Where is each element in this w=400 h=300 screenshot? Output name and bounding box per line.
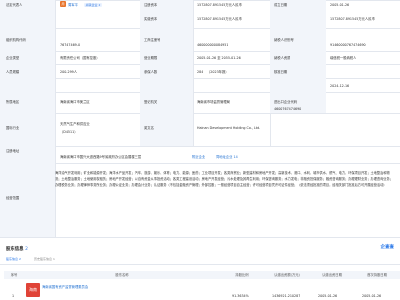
shareholder-date: 2005-01-26 [318, 294, 338, 298]
qcc-brand: 企查查 [380, 245, 395, 250]
legal-rep-avatar: 周 [60, 1, 66, 7]
industry-label: 国标行业 [6, 126, 20, 130]
insured-note: （2023年报） [207, 70, 229, 74]
company-info-grid: 法定代表人 周 周军平 关联企业 2 注册资本 1572807.891545万元… [0, 0, 400, 240]
nearby-companies-link[interactable]: 附近企业 [192, 155, 205, 159]
th-first-date: 首次持股日期 [354, 271, 400, 279]
en-name-value: Hainan Development Holding Co., Ltd. [197, 126, 261, 130]
biz-term-value: 2005-01-26 至 2055-01-26 [197, 56, 241, 60]
legal-rep-name[interactable]: 周军平 [68, 3, 78, 7]
en-name-label: 英文名 [144, 126, 154, 130]
section-count: 2 [25, 247, 28, 252]
est-date-value: 2005-01-26 [330, 3, 350, 7]
reg-no-label: 工商注册号 [144, 38, 161, 42]
reg-no-value: 460000000084951 [197, 43, 229, 47]
shareholder-amount: 1436921.210287 [272, 294, 301, 298]
scope-label: 经营范围 [6, 196, 20, 200]
industry-value: 天然气生产和供应业 [60, 122, 90, 126]
approval-value: 2024-12-16 [330, 84, 350, 88]
th-amount: 认缴出资额(万元) [264, 271, 310, 279]
filter-history-shareholders[interactable]: 历史股东信息 1 [34, 257, 55, 261]
address-label: 注册地址 [6, 149, 20, 153]
scope-value: 海洋油气开发利用；矿业和能源开发；海洋水产品开发；汽车、旅游、娱乐、体育；电力、… [55, 171, 393, 188]
shareholder-section-title: 股东信息 2 [6, 246, 28, 252]
paid-capital-value-right: 1572807.891545万元人民币 [330, 17, 375, 21]
row-index: 1 [12, 294, 15, 298]
legal-rep-label: 法定代表人 [6, 3, 23, 7]
industry-code: （D4511） [60, 130, 78, 134]
authority-value: 海南省市场监督管理局 [197, 100, 230, 104]
tax-id-label: 纳税人识别号 [274, 38, 294, 42]
filter-current-shareholders[interactable]: 股东信息 2 [6, 257, 21, 261]
region-label: 所属地区 [6, 100, 20, 104]
company-type-label: 企业类型 [6, 56, 20, 60]
shareholder-first-date: 2005-01-26 [362, 294, 382, 298]
ie-code-label: 进出口企业代码 [274, 100, 298, 104]
tax-id-value: 91460000767474690 [330, 43, 366, 47]
th-name: 股东名称 [24, 271, 220, 279]
insured-label: 参保人数 [144, 70, 158, 74]
taxpayer-value: 增值税一般纳税人 [330, 56, 357, 60]
biz-term-label: 营业期限 [144, 56, 158, 60]
reg-capital-value: 1572807.891545万元人民币 [197, 3, 242, 7]
reg-capital-label: 注册资本 [144, 3, 158, 7]
insured-value: 284 [197, 70, 204, 74]
region-value: 海南省海口市美兰区 [60, 100, 90, 104]
address-value: 海南省海口市国兴大道西路9号省政府办公区会展楼三层 [60, 155, 142, 159]
th-date: 认缴出资日期 [310, 271, 354, 279]
ie-code-value: 4600767474690 [274, 107, 302, 111]
th-index: 序号 [4, 271, 24, 279]
shareholder-name[interactable]: 海南省国有资产监督管理委员会 [42, 285, 88, 289]
paid-capital-label: 实缴资本 [144, 17, 158, 21]
approval-label: 核准日期 [274, 70, 288, 74]
staff-value: 200-299人 [60, 70, 78, 74]
est-date-label: 成立日期 [274, 3, 288, 7]
shareholder-logo: 海南 [26, 283, 40, 297]
related-company-badge[interactable]: 关联企业 2 [84, 2, 102, 7]
org-code-value: 76747469-0 [60, 43, 81, 47]
section-title: 股东信息 [6, 247, 24, 252]
staff-label: 人员规模 [6, 70, 20, 74]
shareholder-ratio: 91.3634% [232, 294, 249, 298]
authority-label: 登记机关 [144, 100, 158, 104]
th-ratio: 持股比例 [220, 271, 264, 279]
paid-capital-value: 1572807.891545万元人民币 [197, 17, 242, 21]
org-code-label: 组织机构代码 [6, 38, 26, 42]
same-address-link[interactable]: 同地址企业 14 [216, 155, 238, 159]
company-type-value: 有限责任公司（国有控股） [60, 56, 100, 60]
taxpayer-label: 纳税人资质 [274, 56, 291, 60]
